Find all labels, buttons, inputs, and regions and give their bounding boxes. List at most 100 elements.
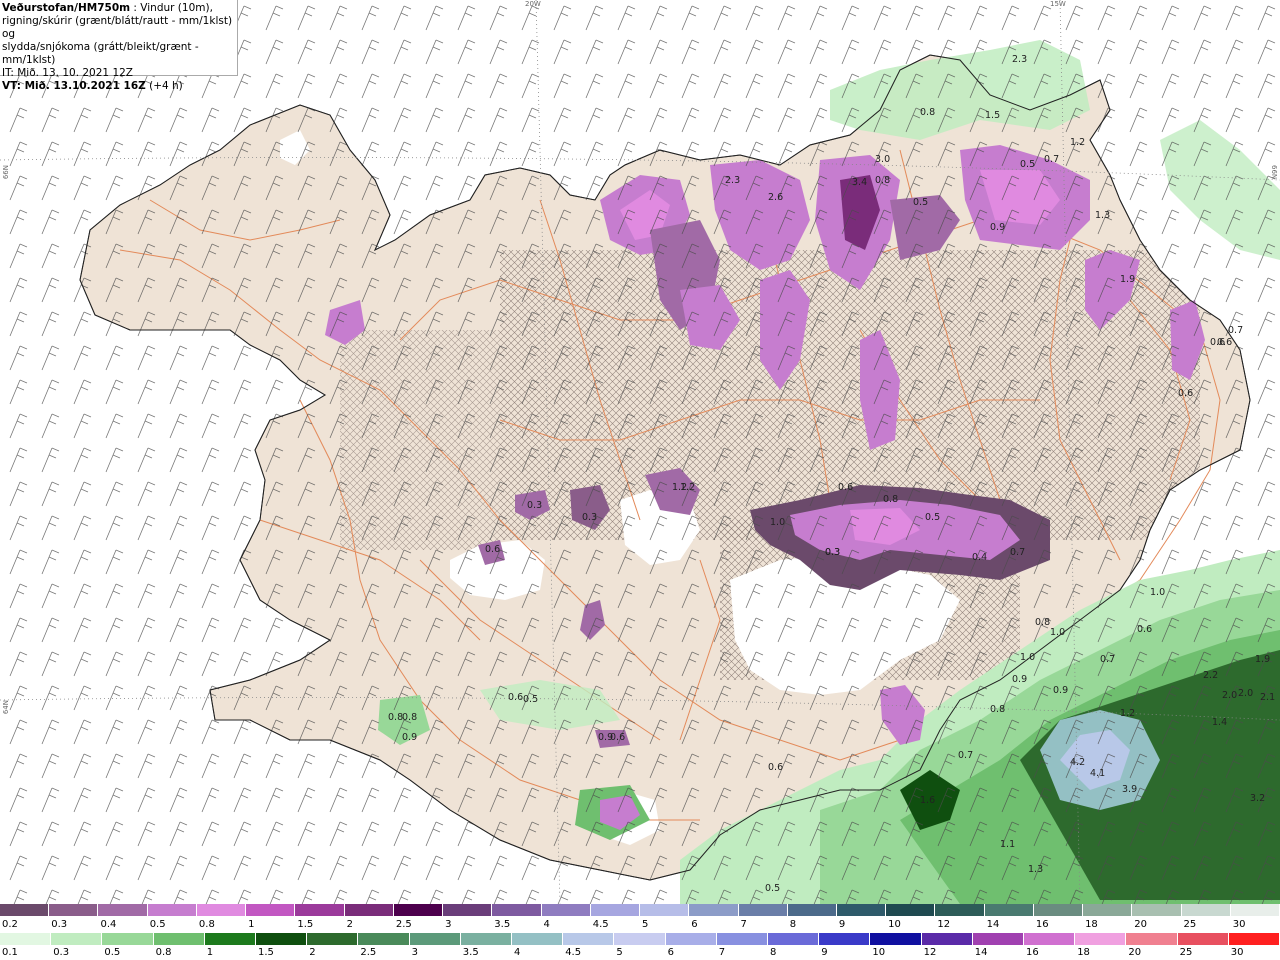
- legend-swatch: [1126, 933, 1178, 945]
- legend-label: 4: [543, 919, 550, 930]
- precip-value-label: 1.3: [1028, 864, 1043, 875]
- precip-value-label: 0.8: [875, 175, 890, 186]
- lat-label-66n-right: 66N: [1270, 165, 1278, 180]
- legend-label: 16: [1026, 947, 1039, 958]
- legend-swatch: [443, 904, 493, 916]
- precip-value-label: 3.2: [1250, 793, 1265, 804]
- legend-swatch: [196, 904, 247, 916]
- legend-label: 0.8: [198, 919, 215, 930]
- precip-value-label: 0.8: [402, 712, 417, 723]
- legend-label: 2: [309, 947, 316, 958]
- precip-value-label: 0.8: [388, 712, 403, 723]
- legend-swatch: [460, 933, 513, 945]
- legend-label: 7: [740, 919, 747, 930]
- legend-label: 3.5: [462, 947, 479, 958]
- legend-label: 0.4: [100, 919, 117, 930]
- precip-value-label: 0.6: [768, 762, 783, 773]
- legend-swatch: [1230, 904, 1280, 916]
- precip-value-label: 0.6: [485, 544, 500, 555]
- lat-label-66n-left: 66N: [2, 165, 10, 180]
- legend-label: 10: [888, 919, 901, 930]
- legend-swatch: [246, 904, 296, 916]
- legend-label: 8: [770, 947, 777, 958]
- precip-value-label: 0.8: [1035, 617, 1050, 628]
- precip-value-label: 0.5: [1020, 159, 1035, 170]
- legend-swatch: [1177, 933, 1229, 945]
- legend-label: 20: [1134, 919, 1148, 930]
- legend-swatch: [984, 904, 1034, 916]
- precip-value-label: 0.6: [610, 732, 625, 743]
- legend-label: 25: [1183, 919, 1197, 930]
- rain-legend-labels: 0.1 0.3 0.5 0.8 1 1.5 2 2.5 3 3.5 4 4.5 5 6 7 8 9 10 12 14 1…: [0, 947, 1280, 959]
- legend-label: 3: [445, 919, 452, 930]
- precip-value-label: 1.2: [1120, 708, 1135, 719]
- precip-value-label: 3.0: [875, 154, 890, 165]
- legend-swatch: [886, 904, 936, 916]
- legend-label: 8: [789, 919, 797, 930]
- legend-swatch: [0, 904, 50, 916]
- precip-value-label: 0.6: [838, 482, 853, 493]
- legend-swatch: [590, 904, 641, 916]
- legend-swatch: [98, 904, 148, 916]
- precip-value-label: 0.5: [765, 883, 780, 894]
- precip-value-label: 1.0: [1150, 587, 1165, 598]
- map-desc-line2: rigning/skúrir (grænt/blátt/rautt - mm/1…: [2, 15, 233, 40]
- legend-label: 3.5: [494, 919, 511, 930]
- precip-value-label: 1.4: [1212, 717, 1227, 728]
- precip-value-label: 1.9: [1255, 654, 1270, 665]
- legend-swatch: [563, 933, 615, 945]
- legend-swatch: [819, 933, 871, 945]
- legend-label: 9: [838, 919, 846, 930]
- legend-swatch: [640, 904, 690, 916]
- legend-swatch: [541, 904, 591, 916]
- precip-value-label: 1.9: [1120, 274, 1135, 285]
- legend-swatch: [935, 904, 985, 916]
- legend-label: 12: [937, 919, 951, 930]
- legend-swatch: [307, 933, 359, 945]
- legend-label: 18: [1077, 947, 1090, 958]
- precip-value-label: 0.7: [1100, 654, 1115, 665]
- map-info-box: Veðurstofan/HM750m : Vindur (10m), rigni…: [0, 0, 238, 92]
- legend-swatch: [393, 904, 444, 916]
- legend-label: 14: [974, 947, 988, 958]
- legend-swatch: [870, 933, 922, 945]
- legend-label: 16: [1035, 919, 1049, 930]
- legend-label: 0.8: [155, 947, 172, 958]
- legend-label: 10: [872, 947, 886, 958]
- precip-value-label: 1.3: [1095, 210, 1110, 221]
- legend-swatch: [102, 933, 154, 945]
- precip-value-label: 2.0: [1238, 688, 1253, 699]
- legend-swatch: [921, 933, 973, 945]
- precip-value-label: 0.7: [958, 750, 973, 761]
- legend-label: 4.5: [592, 919, 609, 930]
- legend-swatch: [1132, 904, 1182, 916]
- legend-label: 0.1: [2, 947, 18, 958]
- legend-swatch: [153, 933, 205, 945]
- legend-swatch: [344, 904, 394, 916]
- precip-value-label: 0.3: [825, 547, 840, 558]
- legend-label: 6: [667, 947, 674, 958]
- legend-swatch: [51, 933, 103, 945]
- precip-value-label: 0.5: [925, 512, 940, 523]
- precip-value-label: 1.5: [985, 110, 1000, 121]
- legend-swatch: [409, 933, 461, 945]
- legend-label: 1: [206, 947, 214, 958]
- precip-value-label: 0.9: [402, 732, 417, 743]
- precip-value-label: 2.2: [1203, 670, 1218, 681]
- legend-swatch: [787, 904, 837, 916]
- precip-value-label: 1.2: [1070, 137, 1085, 148]
- precip-value-label: 1.0: [770, 517, 785, 528]
- legend-label: 3: [411, 947, 418, 958]
- legend-label: 5: [642, 919, 649, 930]
- precip-value-label: 0.9: [990, 222, 1005, 233]
- snow-color-legend: [0, 904, 1280, 916]
- legend-swatch: [1024, 933, 1076, 945]
- legend-swatch: [1083, 904, 1133, 916]
- legend-swatch: [204, 933, 257, 945]
- legend-label: 4.5: [565, 947, 582, 958]
- legend-swatch: [295, 904, 345, 916]
- legend-swatch: [768, 933, 820, 945]
- valid-time: VT: Mið. 13.10.2021 16Z: [2, 80, 146, 92]
- precip-value-label: 0.3: [527, 500, 542, 511]
- legend-label: 2.5: [360, 947, 377, 958]
